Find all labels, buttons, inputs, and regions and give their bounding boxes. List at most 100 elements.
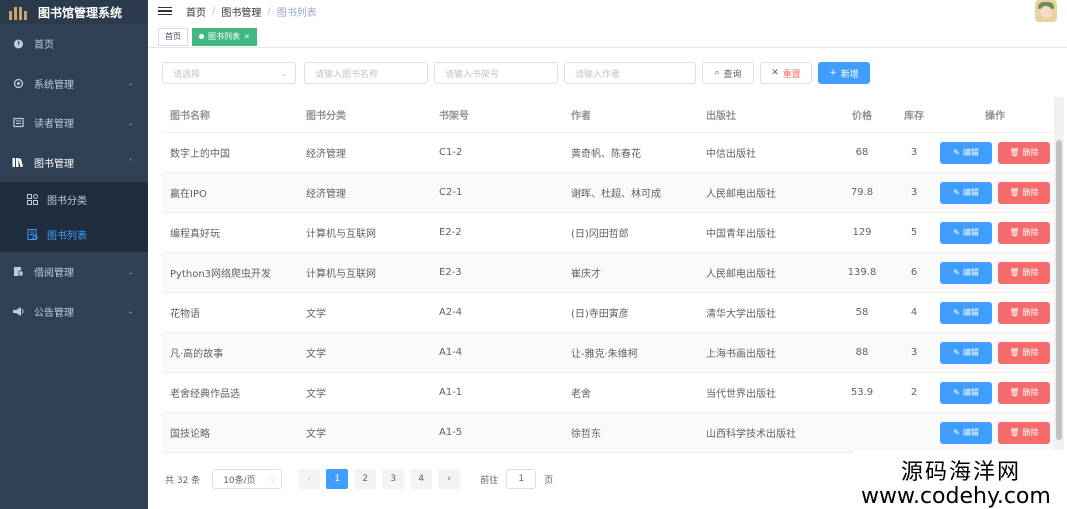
sidebar-item-borrow[interactable]: 借阅管理 ⌄ xyxy=(0,252,148,292)
sidebar-item-books[interactable]: 图书管理 ⌃ xyxy=(0,143,148,183)
delete-button[interactable]: 🗑 删除 xyxy=(998,421,1050,444)
prev-page-button[interactable]: ‹ xyxy=(298,469,321,489)
actions-cell: ✎ 编辑 🗑 删除 xyxy=(936,261,1054,284)
edit-button[interactable]: ✎ 编辑 xyxy=(940,341,992,364)
author-cell: 徐哲东 xyxy=(571,429,601,440)
price-cell: 68 xyxy=(855,147,869,158)
chevron-down-icon: ⌄ xyxy=(127,78,134,88)
page-button[interactable]: 3 xyxy=(382,469,405,489)
delete-button[interactable]: 🗑 删除 xyxy=(998,261,1050,284)
publisher-cell: 上海书画出版社 xyxy=(706,349,776,360)
sidebar-item-book-category[interactable]: 图书分类 xyxy=(0,182,148,217)
edit-button[interactable]: ✎ 编辑 xyxy=(940,141,992,164)
watermark: 源码海洋网 www.codehy.com xyxy=(855,450,1067,509)
edit-button[interactable]: ✎ 编辑 xyxy=(940,181,992,204)
edit-icon: ✎ xyxy=(953,148,960,157)
reader-icon xyxy=(12,117,24,129)
delete-button[interactable]: 🗑 删除 xyxy=(998,301,1050,324)
delete-button[interactable]: 🗑 删除 xyxy=(998,381,1050,404)
pagination: 共 32 条 10条/页 ⌄ ‹ 1 2 3 4 › 前往 1 页 xyxy=(165,469,553,489)
trash-icon: 🗑 xyxy=(1009,148,1020,157)
stock-cell: 3 xyxy=(910,347,918,358)
column-header: 操作 xyxy=(985,111,1005,122)
hamburger-icon[interactable] xyxy=(158,6,172,16)
sidebar-item-system[interactable]: 系统管理 ⌄ xyxy=(0,64,148,104)
sidebar-item-label: 图书列表 xyxy=(47,231,87,242)
sidebar-item-home[interactable]: 首页 xyxy=(0,24,148,64)
column-header: 出版社 xyxy=(706,111,736,122)
edit-button[interactable]: ✎ 编辑 xyxy=(940,261,992,284)
goto-page-input[interactable]: 1 xyxy=(506,469,537,489)
stock-cell: 6 xyxy=(910,267,918,278)
edit-icon: ✎ xyxy=(953,388,960,397)
close-icon[interactable]: ✕ xyxy=(244,33,250,41)
book-name-cell: 数字上的中国 xyxy=(170,149,230,160)
book-name-cell: 国技论略 xyxy=(170,429,210,440)
search-icon: ⌕ xyxy=(714,68,720,78)
add-button-label: 新增 xyxy=(840,69,859,80)
trash-icon: 🗑 xyxy=(1009,188,1020,197)
reset-button[interactable]: ✕ 重置 xyxy=(760,62,812,84)
search-button-label: 查询 xyxy=(723,69,742,80)
category-select[interactable]: 请选择 ⌄ xyxy=(162,62,296,84)
sidebar-item-notice[interactable]: 公告管理 ⌄ xyxy=(0,292,148,332)
table-scrollbar-thumb[interactable] xyxy=(1056,140,1062,440)
delete-button[interactable]: 🗑 删除 xyxy=(998,141,1050,164)
page-button[interactable]: 2 xyxy=(354,469,377,489)
edit-button[interactable]: ✎ 编辑 xyxy=(940,301,992,324)
logo[interactable]: 图书馆管理系统 xyxy=(0,0,148,24)
avatar[interactable] xyxy=(1035,0,1057,22)
trash-icon: 🗑 xyxy=(1009,308,1020,317)
column-header: 书架号 xyxy=(439,111,469,122)
breadcrumb-book-management[interactable]: 图书管理 xyxy=(221,4,261,19)
reset-button-label: 重置 xyxy=(782,69,801,80)
delete-button[interactable]: 🗑 删除 xyxy=(998,341,1050,364)
price-cell: 88 xyxy=(855,347,869,358)
tag-home[interactable]: 首页 xyxy=(158,27,188,46)
page-size-select[interactable]: 10条/页 ⌄ xyxy=(212,469,283,489)
book-name-cell: 编程真好玩 xyxy=(170,229,220,240)
breadcrumb-separator: / xyxy=(267,5,271,17)
chevron-down-icon: ⌄ xyxy=(269,475,276,483)
publisher-cell: 当代世界出版社 xyxy=(706,389,776,400)
shelf-cell: E2-3 xyxy=(439,267,462,278)
actions-cell: ✎ 编辑 🗑 删除 xyxy=(936,301,1054,324)
filter-bar: 请选择 ⌄ 请输入图书名称 请输入书架号 请输入作者 ⌕ 查询 ✕ 重置 + 新… xyxy=(162,62,870,84)
tag-label: 首页 xyxy=(165,32,181,41)
delete-button[interactable]: 🗑 删除 xyxy=(998,181,1050,204)
sidebar-item-readers[interactable]: 读者管理 ⌄ xyxy=(0,103,148,143)
add-book-button[interactable]: + 新增 xyxy=(818,62,870,84)
table-row: 凡·高的故事 文学 A1-4 让-雅克·朱维柯 上海书画出版社 88 3 ✎ 编辑 🗑 删除 xyxy=(162,333,1054,373)
shelf-cell: A1-4 xyxy=(439,347,463,358)
author-placeholder: 请输入作者 xyxy=(575,69,621,80)
book-name-input[interactable]: 请输入图书名称 xyxy=(304,62,428,84)
navbar: 首页 / 图书管理 / 图书列表 xyxy=(148,0,1067,22)
table-row: 赢在IPO 经济管理 C2-1 谢晖、杜超、林可成 人民邮电出版社 79.8 3 ✎ 编辑 🗑 删除 xyxy=(162,173,1054,213)
stock-cell: 4 xyxy=(910,307,918,318)
page-size-value: 10条/页 xyxy=(223,475,256,486)
sidebar-item-book-list[interactable]: 图书列表 xyxy=(0,217,148,252)
breadcrumb-current: 图书列表 xyxy=(276,7,317,19)
search-button[interactable]: ⌕ 查询 xyxy=(702,62,754,84)
delete-button[interactable]: 🗑 删除 xyxy=(998,221,1050,244)
edit-button[interactable]: ✎ 编辑 xyxy=(940,421,992,444)
page-button[interactable]: 4 xyxy=(410,469,433,489)
author-input[interactable]: 请输入作者 xyxy=(564,62,696,84)
edit-icon: ✎ xyxy=(953,308,960,317)
sidebar-item-label: 图书管理 xyxy=(34,158,74,170)
edit-button[interactable]: ✎ 编辑 xyxy=(940,381,992,404)
page-button[interactable]: 1 xyxy=(326,469,349,489)
tag-book-list[interactable]: 图书列表 ✕ xyxy=(192,27,257,46)
edit-button[interactable]: ✎ 编辑 xyxy=(940,221,992,244)
books-submenu: 图书分类 图书列表 xyxy=(0,182,148,252)
column-header: 图书分类 xyxy=(306,111,346,122)
shelf-number-input[interactable]: 请输入书架号 xyxy=(434,62,558,84)
page-unit-label: 页 xyxy=(544,475,554,486)
author-cell: 老舍 xyxy=(571,389,591,400)
breadcrumb-home[interactable]: 首页 xyxy=(186,4,206,19)
author-cell: (日)冈田哲郎 xyxy=(571,229,629,240)
tag-label: 图书列表 xyxy=(208,32,240,41)
stock-cell: 5 xyxy=(910,227,918,238)
edit-icon: ✎ xyxy=(953,348,960,357)
next-page-button[interactable]: › xyxy=(438,469,461,489)
